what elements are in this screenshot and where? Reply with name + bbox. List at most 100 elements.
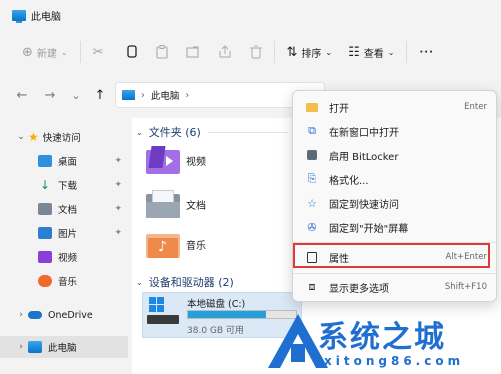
share-button[interactable] bbox=[218, 45, 232, 59]
trash-icon bbox=[249, 45, 262, 59]
menu-item-pin-start[interactable]: ✇ 固定到"开始"屏幕 bbox=[297, 215, 493, 239]
nav-item-documents[interactable]: 文档 ✦ bbox=[0, 198, 128, 220]
hard-drive-icon bbox=[147, 315, 179, 324]
menu-item-label: 在新窗口中打开 bbox=[329, 127, 399, 139]
folder-documents[interactable]: 文档 bbox=[146, 190, 206, 218]
videos-icon bbox=[38, 251, 52, 263]
view-label: 查看 bbox=[363, 48, 384, 60]
bitlocker-icon bbox=[305, 148, 319, 162]
star-icon: ★ bbox=[28, 130, 39, 144]
watermark-url: xitong86.com bbox=[324, 354, 465, 368]
pin-icon: ✦ bbox=[114, 204, 122, 214]
drive-usage-fill bbox=[188, 311, 266, 318]
menu-item-label: 显示更多选项 bbox=[329, 283, 389, 295]
toolbar-divider bbox=[79, 41, 81, 63]
format-icon: ⎘ bbox=[307, 172, 317, 185]
nav-item-pictures[interactable]: 图片 ✦ bbox=[0, 222, 128, 244]
folder-open-icon bbox=[305, 100, 319, 114]
more-options-icon: ⧈ bbox=[308, 280, 316, 293]
share-icon bbox=[219, 45, 231, 58]
copy-icon bbox=[126, 45, 137, 58]
windows-logo-icon bbox=[149, 297, 164, 312]
nav-label: 文档 bbox=[58, 205, 78, 216]
breadcrumb-separator: › bbox=[141, 89, 145, 101]
delete-button[interactable] bbox=[249, 45, 262, 59]
context-menu: 打开 Enter ⧉ 在新窗口中打开 启用 BitLocker ⎘ 格式化...… bbox=[292, 90, 497, 302]
menu-item-shortcut: Shift+F10 bbox=[444, 282, 487, 292]
pin-icon: ✇ bbox=[307, 220, 317, 234]
music-icon bbox=[38, 275, 52, 287]
command-bar: ⊕ 新建 ⌄ ✂ ⇅ 排序 ⌄ ☷ 查看 ⌄ ··· bbox=[0, 30, 501, 74]
nav-item-quick-access[interactable]: ⌄ ★ 快速访问 bbox=[0, 126, 128, 148]
forward-button[interactable]: → bbox=[38, 88, 62, 103]
new-button[interactable]: ⊕ 新建 ⌄ bbox=[22, 45, 68, 60]
cut-button[interactable]: ✂ bbox=[93, 45, 108, 60]
folder-label: 音乐 bbox=[186, 240, 206, 252]
folder-music[interactable]: ♪ 音乐 bbox=[146, 230, 206, 258]
nav-item-videos[interactable]: 视频 bbox=[0, 246, 128, 268]
documents-folder-icon bbox=[146, 190, 180, 218]
rename-button[interactable] bbox=[185, 45, 200, 59]
watermark-title: 系统之城 bbox=[318, 320, 446, 355]
new-label: 新建 bbox=[36, 48, 57, 60]
this-pc-icon bbox=[122, 90, 135, 100]
menu-item-format[interactable]: ⎘ 格式化... bbox=[297, 167, 493, 191]
folder-videos[interactable]: 视频 bbox=[146, 146, 206, 174]
chevron-down-icon: ⌄ bbox=[136, 277, 143, 287]
nav-label: 下载 bbox=[58, 181, 78, 192]
menu-item-label: 启用 BitLocker bbox=[329, 151, 399, 163]
this-pc-icon bbox=[12, 9, 26, 23]
videos-folder-icon bbox=[146, 146, 180, 174]
folders-header-label: 文件夹 (6) bbox=[148, 126, 201, 139]
menu-item-bitlocker[interactable]: 启用 BitLocker bbox=[297, 143, 493, 167]
rename-icon bbox=[185, 46, 199, 58]
devices-group-header[interactable]: ⌄ 设备和驱动器 (2) bbox=[136, 274, 234, 290]
menu-item-shortcut: Enter bbox=[464, 102, 487, 112]
sort-button[interactable]: ⇅ 排序 ⌄ bbox=[287, 45, 333, 60]
menu-item-pin-quick-access[interactable]: ☆ 固定到快速访问 bbox=[297, 191, 493, 215]
back-button[interactable]: ← bbox=[10, 88, 34, 103]
nav-label: 桌面 bbox=[58, 157, 78, 168]
chevron-right-icon: › bbox=[19, 342, 23, 352]
copy-button[interactable] bbox=[126, 45, 138, 59]
plus-circle-icon: ⊕ bbox=[22, 44, 33, 60]
nav-item-music[interactable]: 音乐 bbox=[0, 270, 128, 292]
more-options-button[interactable]: ··· bbox=[419, 47, 433, 58]
folders-group-header[interactable]: ⌄ 文件夹 (6) bbox=[136, 124, 201, 140]
sort-label: 排序 bbox=[301, 48, 322, 60]
nav-item-this-pc[interactable]: › 此电脑 bbox=[0, 336, 128, 358]
this-pc-icon bbox=[28, 341, 42, 353]
nav-item-onedrive[interactable]: › OneDrive bbox=[0, 304, 128, 326]
menu-item-label: 固定到快速访问 bbox=[329, 199, 399, 211]
nav-item-desktop[interactable]: 桌面 ✦ bbox=[0, 150, 128, 172]
nav-item-downloads[interactable]: ↓ 下载 ✦ bbox=[0, 174, 128, 196]
up-button[interactable]: ↑ bbox=[88, 88, 112, 103]
menu-item-label: 格式化... bbox=[329, 175, 369, 187]
paste-button[interactable] bbox=[155, 45, 168, 59]
download-icon: ↓ bbox=[39, 178, 51, 192]
nav-label: 快速访问 bbox=[42, 133, 81, 144]
menu-item-show-more-options[interactable]: ⧈ 显示更多选项 Shift+F10 bbox=[297, 275, 493, 299]
pictures-icon bbox=[38, 227, 52, 239]
cloud-icon bbox=[28, 311, 42, 319]
chevron-down-icon: ⌄ bbox=[17, 132, 25, 142]
drive-name: 本地磁盘 (C:) bbox=[187, 299, 246, 310]
pin-icon: ✦ bbox=[114, 180, 122, 190]
breadcrumb-this-pc[interactable]: 此电脑 bbox=[151, 88, 180, 102]
menu-item-open[interactable]: 打开 Enter bbox=[297, 95, 493, 119]
menu-divider bbox=[293, 273, 496, 274]
title-bar: 此电脑 bbox=[0, 0, 501, 30]
nav-label: 音乐 bbox=[58, 277, 78, 288]
scissors-icon: ✂ bbox=[92, 44, 104, 60]
toolbar-divider bbox=[406, 41, 408, 63]
menu-item-open-new-window[interactable]: ⧉ 在新窗口中打开 bbox=[297, 119, 493, 143]
chevron-down-icon: ⌄ bbox=[387, 47, 395, 57]
view-button[interactable]: ☷ 查看 ⌄ bbox=[348, 45, 394, 60]
more-icon: ··· bbox=[419, 46, 434, 58]
chevron-down-icon: ⌄ bbox=[136, 127, 143, 137]
music-folder-icon: ♪ bbox=[146, 230, 180, 258]
devices-header-label: 设备和驱动器 (2) bbox=[148, 276, 234, 289]
paste-icon bbox=[155, 45, 168, 59]
recent-locations-button[interactable]: ⌄ bbox=[64, 89, 88, 102]
view-list-icon: ☷ bbox=[348, 44, 360, 60]
